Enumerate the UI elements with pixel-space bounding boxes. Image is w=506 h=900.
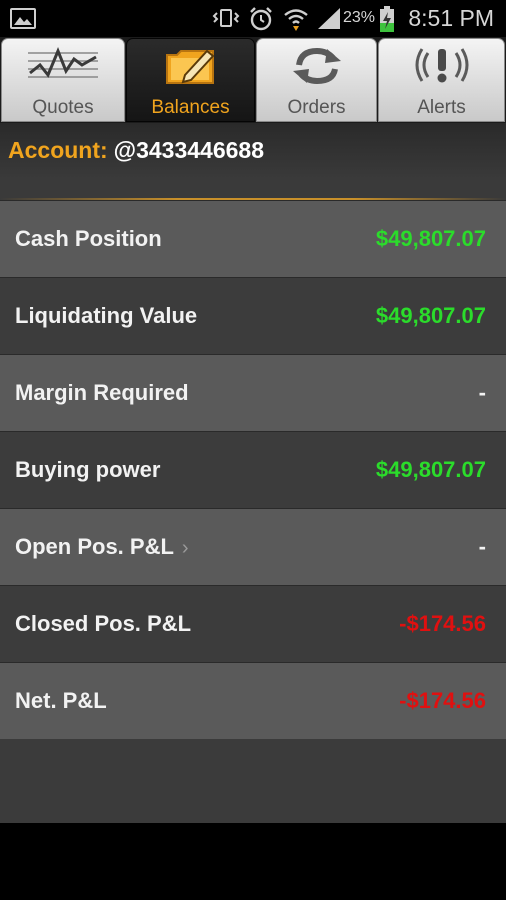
row-label: Margin Required [15, 380, 189, 405]
signal-icon [316, 6, 342, 35]
row-value: - [478, 534, 486, 559]
row-value: - [478, 380, 486, 405]
tab-label: Balances [151, 97, 230, 118]
balance-row-margin-required: Margin Required - [0, 354, 506, 431]
battery-percent: 23% [343, 9, 376, 26]
row-value: $49,807.07 [375, 457, 486, 482]
row-label: Liquidating Value [15, 303, 198, 328]
balance-row-open-pos-pl[interactable]: Open Pos. P&L › - [0, 508, 506, 585]
balance-row-closed-pos-pl: Closed Pos. P&L -$174.56 [0, 585, 506, 662]
row-value: -$174.56 [399, 688, 486, 713]
tab-label: Alerts [417, 97, 466, 118]
alert-icon [415, 48, 468, 83]
balance-row-net-pl: Net. P&L -$174.56 [0, 662, 506, 739]
row-value: -$174.56 [399, 611, 486, 636]
balance-row-cash-position: Cash Position $49,807.07 [0, 200, 506, 277]
notepad-pencil-icon [165, 49, 214, 84]
row-value: $49,807.07 [375, 226, 486, 251]
gallery-notification-icon [10, 8, 36, 29]
bottom-area [0, 823, 506, 900]
refresh-arrows-icon [292, 47, 341, 85]
row-label: Buying power [15, 457, 161, 482]
app-screen: 23% 8:51 PM Quotes Balances Orders Alert… [0, 0, 506, 900]
balance-row-liquidating-value: Liquidating Value $49,807.07 [0, 277, 506, 354]
chart-icon [28, 47, 98, 78]
balances-panel: Account: @3433446688 Cash Position $49,80… [0, 123, 506, 823]
tab-balances[interactable]: Balances [126, 38, 255, 122]
battery-charging-icon [378, 5, 396, 38]
row-label: Net. P&L [15, 688, 107, 713]
row-value: $49,807.07 [375, 303, 486, 328]
account-header: Account: @3433446688 [8, 137, 264, 164]
chevron-right-icon: › [181, 537, 189, 559]
status-bar: 23% 8:51 PM [0, 0, 506, 37]
row-label: Cash Position [15, 226, 162, 251]
wifi-icon [282, 6, 310, 37]
tab-bar: Quotes Balances Orders Alerts [0, 37, 506, 123]
account-number: @3433446688 [113, 137, 265, 163]
alarm-icon [248, 6, 274, 37]
tab-alerts[interactable]: Alerts [378, 38, 505, 122]
status-time: 8:51 PM [408, 5, 494, 31]
tab-orders[interactable]: Orders [256, 38, 377, 122]
tab-label: Orders [287, 97, 346, 118]
row-label: Closed Pos. P&L [15, 611, 192, 636]
account-label: Account: [8, 137, 108, 163]
tab-quotes[interactable]: Quotes [1, 38, 125, 122]
tab-label: Quotes [32, 97, 94, 118]
balance-row-buying-power: Buying power $49,807.07 [0, 431, 506, 508]
row-label-text: Open Pos. P&L [15, 534, 174, 559]
vibrate-icon [212, 6, 240, 35]
row-label: Open Pos. P&L › [15, 534, 189, 560]
